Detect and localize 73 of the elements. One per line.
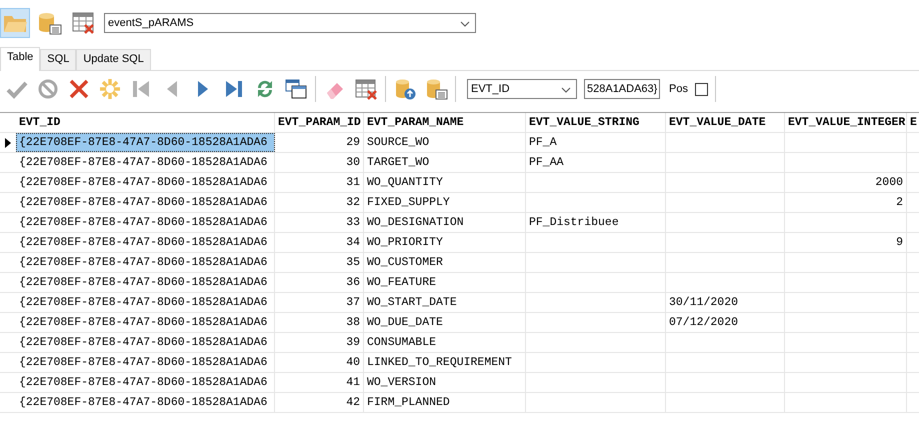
table-cell: LINKED_TO_REQUIREMENT [367,356,512,369]
table-cell: WO_DUE_DATE [367,316,443,329]
table-cell: 38 [346,316,360,329]
table-cell: CONSUMABLE [367,336,436,349]
table-cell: 39 [346,336,360,349]
table-cell: PF_Distribuee [529,216,619,229]
table-cell: WO_CUSTOMER [367,256,443,269]
field-select[interactable]: EVT_ID [467,79,577,99]
column-header[interactable]: EVT_VALUE_INTEGER [785,113,907,132]
table-cell: 35 [346,256,360,269]
table-cell: 2 [896,196,903,209]
chevron-down-icon[interactable] [561,87,571,93]
column-header[interactable]: E [907,113,919,132]
table-cell: 29 [346,136,360,149]
table-cell: {22E708EF-87E8-47A7-8D60-18528A1ADA6 [19,396,268,409]
table-cell: {22E708EF-87E8-47A7-8D60-18528A1ADA6 [19,376,268,389]
column-header[interactable]: EVT_PARAM_ID [275,113,364,132]
table-cell: {22E708EF-87E8-47A7-8D60-18528A1ADA6 [19,356,268,369]
table-cell: WO_VERSION [367,376,436,389]
delete-icon[interactable] [67,77,91,101]
table-cell: FIXED_SUPPLY [367,196,450,209]
table-cell: PF_AA [529,156,564,169]
search-field[interactable]: 528A1ADA63} [584,79,660,99]
column-header[interactable]: EVT_VALUE_STRING [526,113,666,132]
table-cell: {22E708EF-87E8-47A7-8D60-18528A1ADA6 [19,336,268,349]
database-list-icon[interactable] [424,77,448,101]
column-header[interactable]: EVT_VALUE_DATE [666,113,785,132]
table-cell: 2000 [875,176,903,189]
table-cell: 34 [346,236,360,249]
database-upload-icon[interactable] [393,77,417,101]
table-cell: 36 [346,276,360,289]
tab[interactable]: Update SQL [76,49,151,70]
table-cell: 30/11/2020 [669,296,738,309]
table-cell: FIRM_PLANNED [367,396,450,409]
table-cell: 37 [346,296,360,309]
table-cell: WO_QUANTITY [367,176,443,189]
tab[interactable]: SQL [40,49,76,70]
table-cell: {22E708EF-87E8-47A7-8D60-18528A1ADA6 [19,296,268,309]
column-header[interactable]: EVT_ID [16,113,275,132]
table-cell: 30 [346,156,360,169]
table-cell: {22E708EF-87E8-47A7-8D60-18528A1ADA6 [19,236,268,249]
table-cell: 42 [346,396,360,409]
table-cell: 40 [346,356,360,369]
table-cell: 32 [346,196,360,209]
table-cell: {22E708EF-87E8-47A7-8D60-18528A1ADA6 [19,276,268,289]
table-cell: 41 [346,376,360,389]
table-cell: 9 [896,236,903,249]
current-row-icon [5,138,11,148]
table-cell: SOURCE_WO [367,136,430,149]
table-cell: 33 [346,216,360,229]
table-cell: {22E708EF-87E8-47A7-8D60-18528A1ADA6 [19,216,268,229]
pos-label: Pos [669,83,688,95]
table-cell: 07/12/2020 [669,316,738,329]
table-cell: WO_DESIGNATION [367,216,464,229]
table-delete-icon[interactable] [354,77,378,101]
table-cell: {22E708EF-87E8-47A7-8D60-18528A1ADA6 [19,176,268,189]
table-cell: WO_FEATURE [367,276,436,289]
column-header[interactable]: EVT_PARAM_NAME [364,113,526,132]
table-select[interactable]: eventS_pARAMS [104,13,476,33]
chevron-down-icon[interactable] [460,21,470,27]
table-cell: 31 [346,176,360,189]
table-cell: PF_A [529,136,557,149]
table-cell: TARGET_WO [367,156,430,169]
tab[interactable]: Table [0,47,40,71]
table-cell: {22E708EF-87E8-47A7-8D60-18528A1ADA6 [19,256,268,269]
table-cell: WO_PRIORITY [367,236,443,249]
table-cell: {22E708EF-87E8-47A7-8D60-18528A1ADA6 [19,196,268,209]
table-cell: {22E708EF-87E8-47A7-8D60-18528A1ADA6 [19,136,268,149]
table-cell: {22E708EF-87E8-47A7-8D60-18528A1ADA6 [19,156,268,169]
table-cell: {22E708EF-87E8-47A7-8D60-18528A1ADA6 [19,316,268,329]
pos-checkbox[interactable] [694,82,708,96]
windows-icon[interactable] [284,77,308,101]
table-cell: WO_START_DATE [367,296,457,309]
